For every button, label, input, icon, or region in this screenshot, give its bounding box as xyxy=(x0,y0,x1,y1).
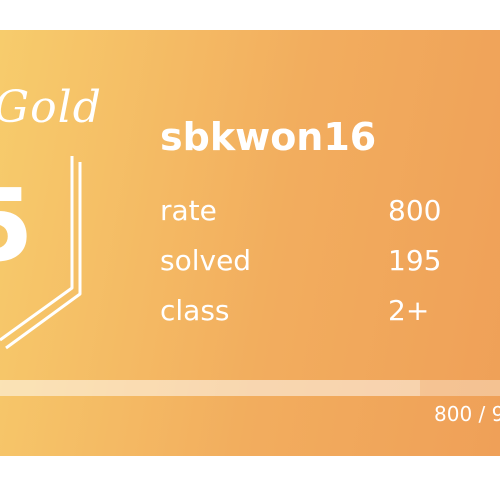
stat-label: class xyxy=(160,294,230,327)
user-handle[interactable]: sbkwon16 xyxy=(160,118,376,156)
tier-name: Gold xyxy=(0,82,102,133)
tier-badge: Gold 5 xyxy=(0,30,110,370)
profile-card: Gold 5 sbkwon16 rate 800 solved 195 clas… xyxy=(0,30,500,456)
stat-value: 195 xyxy=(388,244,442,277)
rating-progress-text: 800 / 950 xyxy=(434,402,500,426)
stat-label: rate xyxy=(160,194,217,227)
tier-level: 5 xyxy=(0,176,34,276)
rating-progress-fill xyxy=(0,380,420,396)
stat-label: solved xyxy=(160,244,252,277)
stat-value: 2+ xyxy=(388,294,430,327)
rating-progress-bar xyxy=(0,380,500,396)
stat-value: 800 xyxy=(388,194,442,227)
